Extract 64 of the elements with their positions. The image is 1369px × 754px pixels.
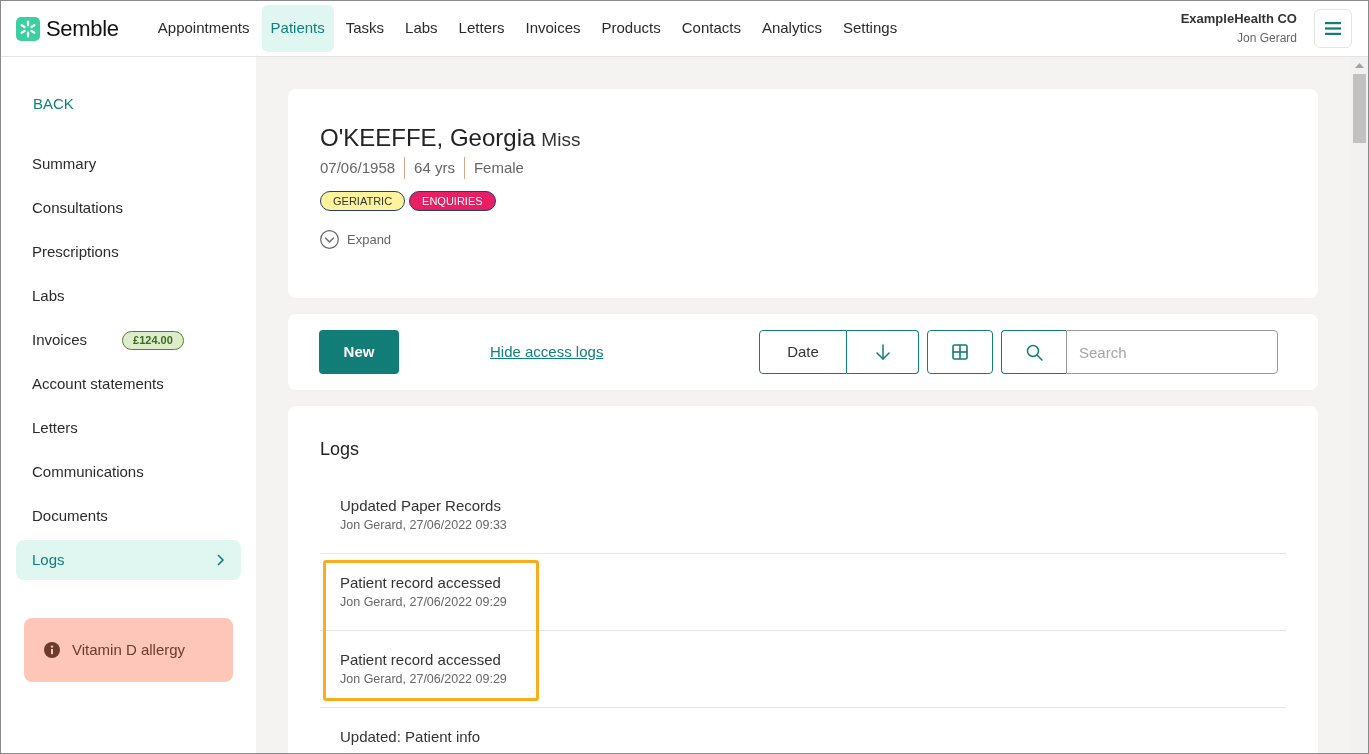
sidebar-item[interactable]: Logs [16,540,241,580]
sort-direction-button[interactable] [847,330,919,375]
sidebar-item-label: Logs [32,549,65,570]
nav-link[interactable]: Invoices [516,5,590,52]
info-icon [44,642,60,658]
sidebar-item[interactable]: Account statements [16,364,241,404]
log-meta: Jon Gerard, 27/06/2022 09:29 [340,594,508,612]
patient-tag: ENQUIRIES [409,191,496,211]
log-entry[interactable]: Updated Paper Records Jon Gerard, 27/06/2022 09:33 [320,477,1286,555]
logs-heading: Logs [320,438,361,461]
log-entry[interactable]: Patient record accessed Jon Gerard, 27/06/2022 09:29 [320,631,1286,709]
patient-detail: Female [463,157,524,179]
grid-view-button[interactable] [927,330,993,375]
nav-link[interactable]: Tasks [336,5,394,52]
search-button[interactable] [1001,330,1066,375]
scrollbar[interactable] [1351,57,1368,753]
sort-field-button[interactable]: Date [759,330,847,375]
log-title: Updated Paper Records [340,496,502,517]
sidebar-item[interactable]: Consultations [16,188,241,228]
grid-icon [952,344,968,361]
expand-toggle[interactable]: Expand [320,230,392,250]
nav-link[interactable]: Letters [449,5,514,52]
menu-button[interactable] [1314,9,1352,48]
nav-link[interactable]: Patients [261,5,334,52]
new-button[interactable]: New [319,330,399,375]
chevron-right-icon [217,554,225,566]
nav-link[interactable]: Settings [833,5,907,52]
nav-link[interactable]: Appointments [148,5,259,52]
balance-badge: £124.00 [122,330,184,350]
log-meta: Jon Gerard, 27/06/2022 09:29 [340,671,508,689]
nav-link[interactable]: Analytics [752,5,831,52]
patient-name: O'KEEFFE, Georgia [320,124,536,151]
log-meta: Jon Gerard, 27/06/2022 09:33 [340,517,508,535]
back-link[interactable]: BACK [16,84,241,124]
log-title: Patient record accessed [340,650,502,671]
log-entry[interactable]: Patient record accessed Jon Gerard, 27/06/2022 09:29 [320,554,1286,632]
hide-access-logs-link[interactable]: Hide access logs [490,341,604,364]
nav-link[interactable]: Contacts [672,5,750,52]
search-field[interactable]: Search [1066,330,1278,375]
sidebar-item[interactable]: Labs [16,276,241,316]
alert-text: Vitamin D allergy [72,639,186,660]
scrollbar-thumb[interactable] [1353,74,1366,143]
log-title: Patient record accessed [340,573,502,594]
sidebar-item[interactable]: Documents [16,496,241,536]
user-name: Jon Gerard [1235,30,1297,46]
patient-tag: GERIATRIC [320,191,406,211]
patient-detail: 07/06/1958 [320,158,396,178]
organisation-name: ExampleHealth CO [1180,11,1297,28]
sidebar-item[interactable]: Summary [16,144,241,184]
sidebar-item[interactable]: Communications [16,452,241,492]
arrow-down-icon [875,344,890,361]
nav-link[interactable]: Products [592,5,670,52]
log-title: Updated: Patient info [340,727,482,748]
patient-title: Miss [541,129,581,150]
nav-link[interactable]: Labs [396,5,447,52]
log-entry[interactable]: Updated: Patient info [320,708,1286,753]
patient-detail: 64 yrs [404,157,455,179]
search-icon [1025,343,1043,361]
sidebar-item-label: Invoices [32,329,88,350]
menu-icon [1325,22,1341,35]
sidebar-item[interactable]: Invoices £124.00 [16,320,241,360]
sidebar-item[interactable]: Letters [16,408,241,448]
logo-text[interactable]: Semble [46,12,119,45]
sidebar-item[interactable]: Prescriptions [16,232,241,272]
